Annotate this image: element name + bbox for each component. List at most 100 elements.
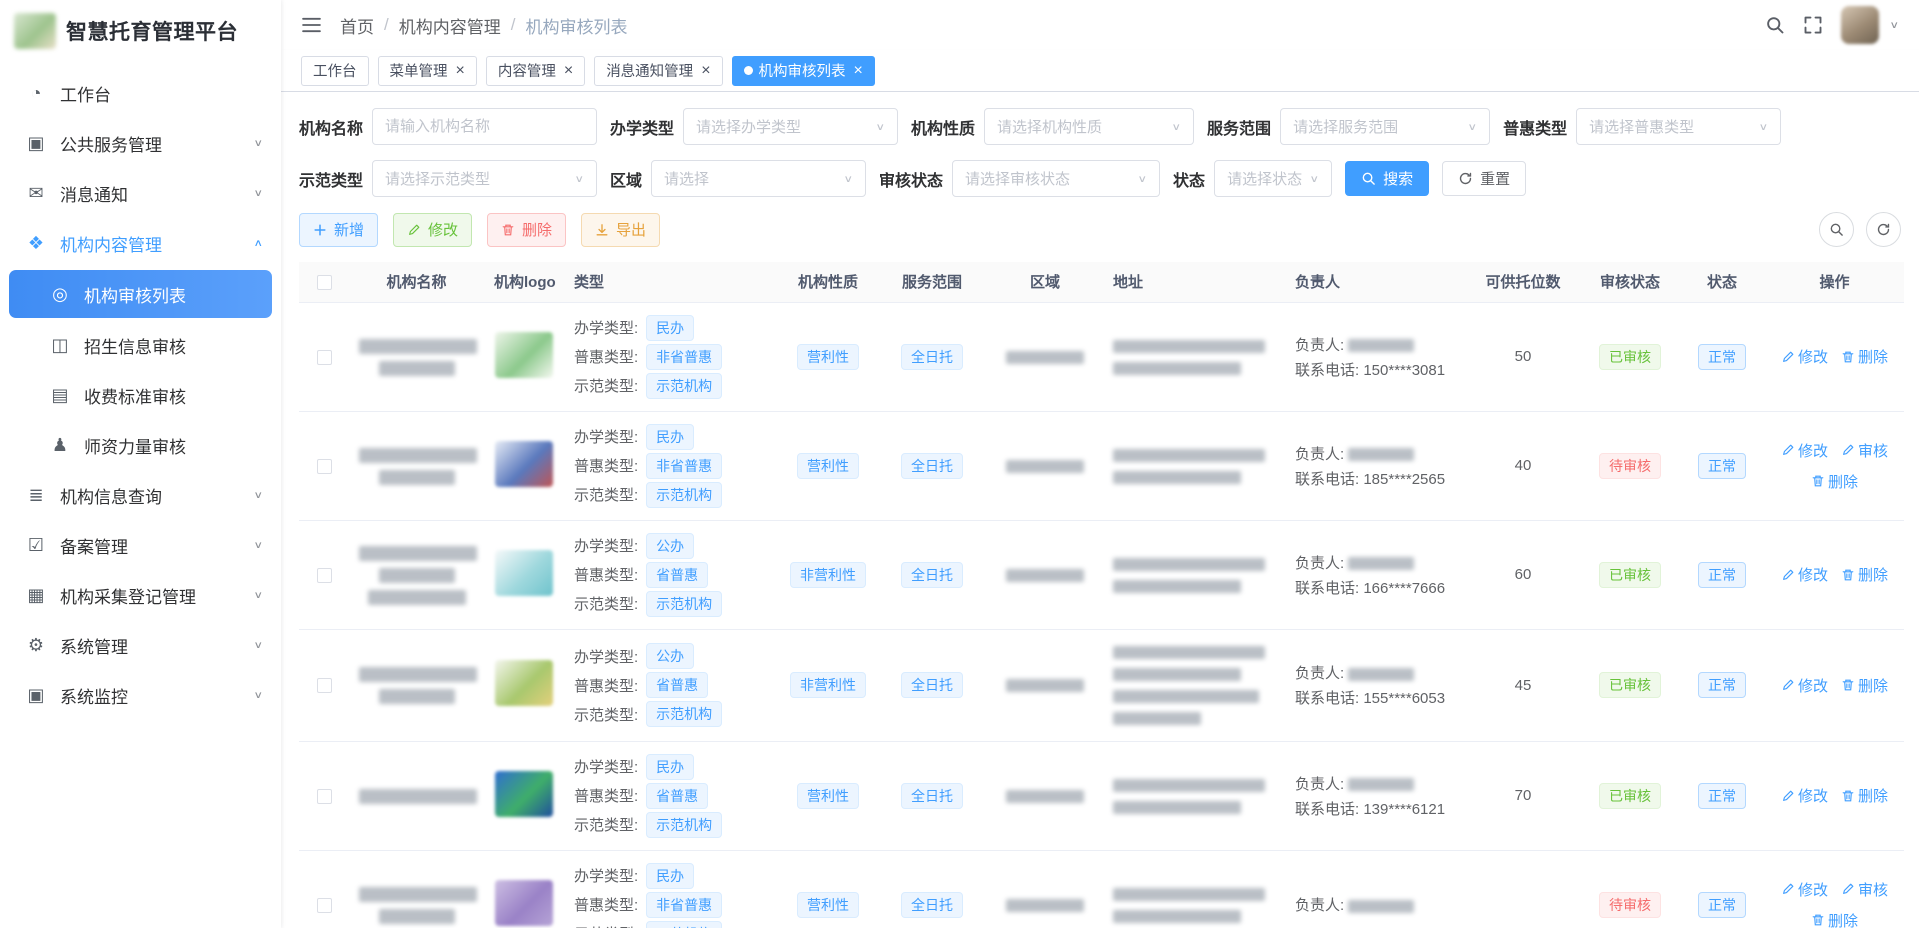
sidebar-item-7[interactable]: ⚙ 系统管理 ∨ [0, 620, 281, 670]
chevron-down-icon: ∨ [1759, 121, 1769, 133]
row-checkbox[interactable] [317, 789, 332, 804]
edit-button[interactable]: 修改 [393, 213, 472, 247]
avatar[interactable] [1841, 6, 1879, 44]
sidebar-item-3[interactable]: ❖ 机构内容管理 ∧ [0, 218, 281, 268]
content-icon: ❖ [24, 233, 48, 254]
row-checkbox[interactable] [317, 350, 332, 365]
close-icon[interactable]: × [701, 63, 710, 79]
tag-item-1[interactable]: 菜单管理 × [378, 56, 477, 86]
toolbar-right [1819, 212, 1901, 247]
chevron-down-icon: ∨ [1172, 121, 1182, 133]
filter-field: 服务范围 请选择服务范围 ∨ [1207, 108, 1490, 145]
audit-status-tag: 已审核 [1599, 344, 1661, 370]
tag-item-0[interactable]: 工作台 [301, 56, 369, 86]
page-content: 机构名称 办学类型 请选择办学类型 ∨ 机构性质 请选择机构性质 ∨ 服务范围 [281, 92, 1919, 928]
redacted-text [1113, 471, 1241, 484]
redacted-text [1006, 569, 1084, 582]
redacted-text [1113, 888, 1265, 901]
edit-link[interactable]: 修改 [1781, 346, 1828, 367]
close-icon[interactable]: × [456, 63, 465, 79]
chevron-down-icon: ∨ [253, 187, 263, 199]
delete-link[interactable]: 删除 [1841, 675, 1888, 696]
close-icon[interactable]: × [564, 63, 573, 79]
breadcrumb-item[interactable]: 机构内容管理 [399, 13, 501, 38]
redacted-text [1348, 668, 1414, 681]
filter-select[interactable]: 请选择审核状态 ∨ [952, 160, 1160, 197]
chevron-up-icon: ∧ [253, 237, 263, 249]
delete-link[interactable]: 删除 [1811, 471, 1858, 492]
add-button[interactable]: 新增 [299, 213, 378, 247]
edit-link[interactable]: 修改 [1781, 564, 1828, 585]
audit-link[interactable]: 审核 [1841, 879, 1888, 900]
delete-link[interactable]: 删除 [1841, 564, 1888, 585]
sidebar-item-6[interactable]: ▦ 机构采集登记管理 ∨ [0, 570, 281, 620]
sidebar-subitem-1[interactable]: ◫ 招生信息审核 [0, 320, 281, 370]
audit-link[interactable]: 审核 [1841, 440, 1888, 461]
topbar: 首页/机构内容管理/机构审核列表 ∨ [281, 0, 1919, 50]
edit-link[interactable]: 修改 [1781, 785, 1828, 806]
edit-link[interactable]: 修改 [1781, 879, 1828, 900]
reset-button[interactable]: 重置 [1442, 161, 1526, 196]
address-cell [1113, 644, 1275, 727]
toggle-search-button[interactable] [1819, 212, 1854, 247]
filter-select[interactable]: 请选择 ∨ [651, 160, 866, 197]
region-cell [987, 302, 1103, 411]
sidebar-item-1[interactable]: ▣ 公共服务管理 ∨ [0, 118, 281, 168]
filter-select[interactable]: 请选择办学类型 ∨ [683, 108, 898, 145]
search-icon[interactable] [1765, 15, 1785, 35]
type-tag: 示范机构 [646, 701, 722, 727]
region-cell [987, 741, 1103, 850]
row-checkbox[interactable] [317, 459, 332, 474]
filter-input[interactable] [372, 108, 597, 145]
row-checkbox[interactable] [317, 898, 332, 913]
sidebar-item-8[interactable]: ▣ 系统监控 ∨ [0, 670, 281, 720]
delete-link[interactable]: 删除 [1841, 785, 1888, 806]
tag-item-3[interactable]: 消息通知管理 × [594, 56, 722, 86]
delete-link[interactable]: 删除 [1841, 346, 1888, 367]
delete-button[interactable]: 删除 [487, 213, 566, 247]
fullscreen-icon[interactable] [1803, 15, 1823, 35]
sidebar-item-4[interactable]: ≣ 机构信息查询 ∨ [0, 470, 281, 520]
chevron-down-icon[interactable]: ∨ [1889, 19, 1899, 31]
refresh-button[interactable] [1866, 212, 1901, 247]
sidebar-subitem-3[interactable]: ♟ 师资力量审核 [0, 420, 281, 470]
filter-label: 示范类型 [299, 167, 363, 191]
search-button[interactable]: 搜索 [1345, 161, 1429, 196]
column-header: 服务范围 [877, 262, 987, 302]
redacted-text [379, 361, 455, 376]
filter-select[interactable]: 请选择状态 ∨ [1214, 160, 1332, 197]
sidebar-subitem-2[interactable]: ▤ 收费标准审核 [0, 370, 281, 420]
delete-link[interactable]: 删除 [1811, 910, 1858, 928]
sidebar-item-0[interactable]: ◔ 工作台 [0, 68, 281, 118]
filter-field: 普惠类型 请选择普惠类型 ∨ [1503, 108, 1781, 145]
dashboard-icon: ◔ [24, 83, 48, 104]
column-header: 负责人 [1285, 262, 1465, 302]
breadcrumb-item[interactable]: 首页 [340, 13, 374, 38]
sidebar-collapse-icon[interactable] [301, 16, 322, 34]
edit-link[interactable]: 修改 [1781, 675, 1828, 696]
filter-select[interactable]: 请选择服务范围 ∨ [1280, 108, 1490, 145]
capacity-cell: 70 [1465, 741, 1581, 850]
table-row: 办学类型:公办普惠类型:省普惠示范类型:示范机构 非营利性 全日托 负责人: 联… [299, 520, 1904, 629]
sidebar-item-5[interactable]: ☑ 备案管理 ∨ [0, 520, 281, 570]
row-checkbox[interactable] [317, 568, 332, 583]
sidebar-item-2[interactable]: ✉ 消息通知 ∨ [0, 168, 281, 218]
close-icon[interactable]: × [854, 63, 863, 79]
filter-select[interactable]: 请选择示范类型 ∨ [372, 160, 597, 197]
redacted-text [1113, 690, 1259, 703]
filter-select[interactable]: 请选择普惠类型 ∨ [1576, 108, 1781, 145]
redacted-text [359, 339, 477, 354]
tag-item-4[interactable]: 机构审核列表 × [732, 56, 875, 86]
select-all-checkbox[interactable] [317, 275, 332, 290]
sidebar-subitem-0[interactable]: ◎ 机构审核列表 [9, 270, 272, 318]
filter-select[interactable]: 请选择机构性质 ∨ [984, 108, 1194, 145]
export-button[interactable]: 导出 [581, 213, 660, 247]
tag-item-2[interactable]: 内容管理 × [486, 56, 585, 86]
column-header: 审核状态 [1581, 262, 1679, 302]
type-tag: 民办 [646, 863, 694, 889]
edit-link[interactable]: 修改 [1781, 440, 1828, 461]
audit-status-tag: 已审核 [1599, 672, 1661, 698]
system-icon: ⚙ [24, 635, 48, 656]
row-checkbox[interactable] [317, 678, 332, 693]
row-actions: 修改删除 [1775, 785, 1894, 806]
